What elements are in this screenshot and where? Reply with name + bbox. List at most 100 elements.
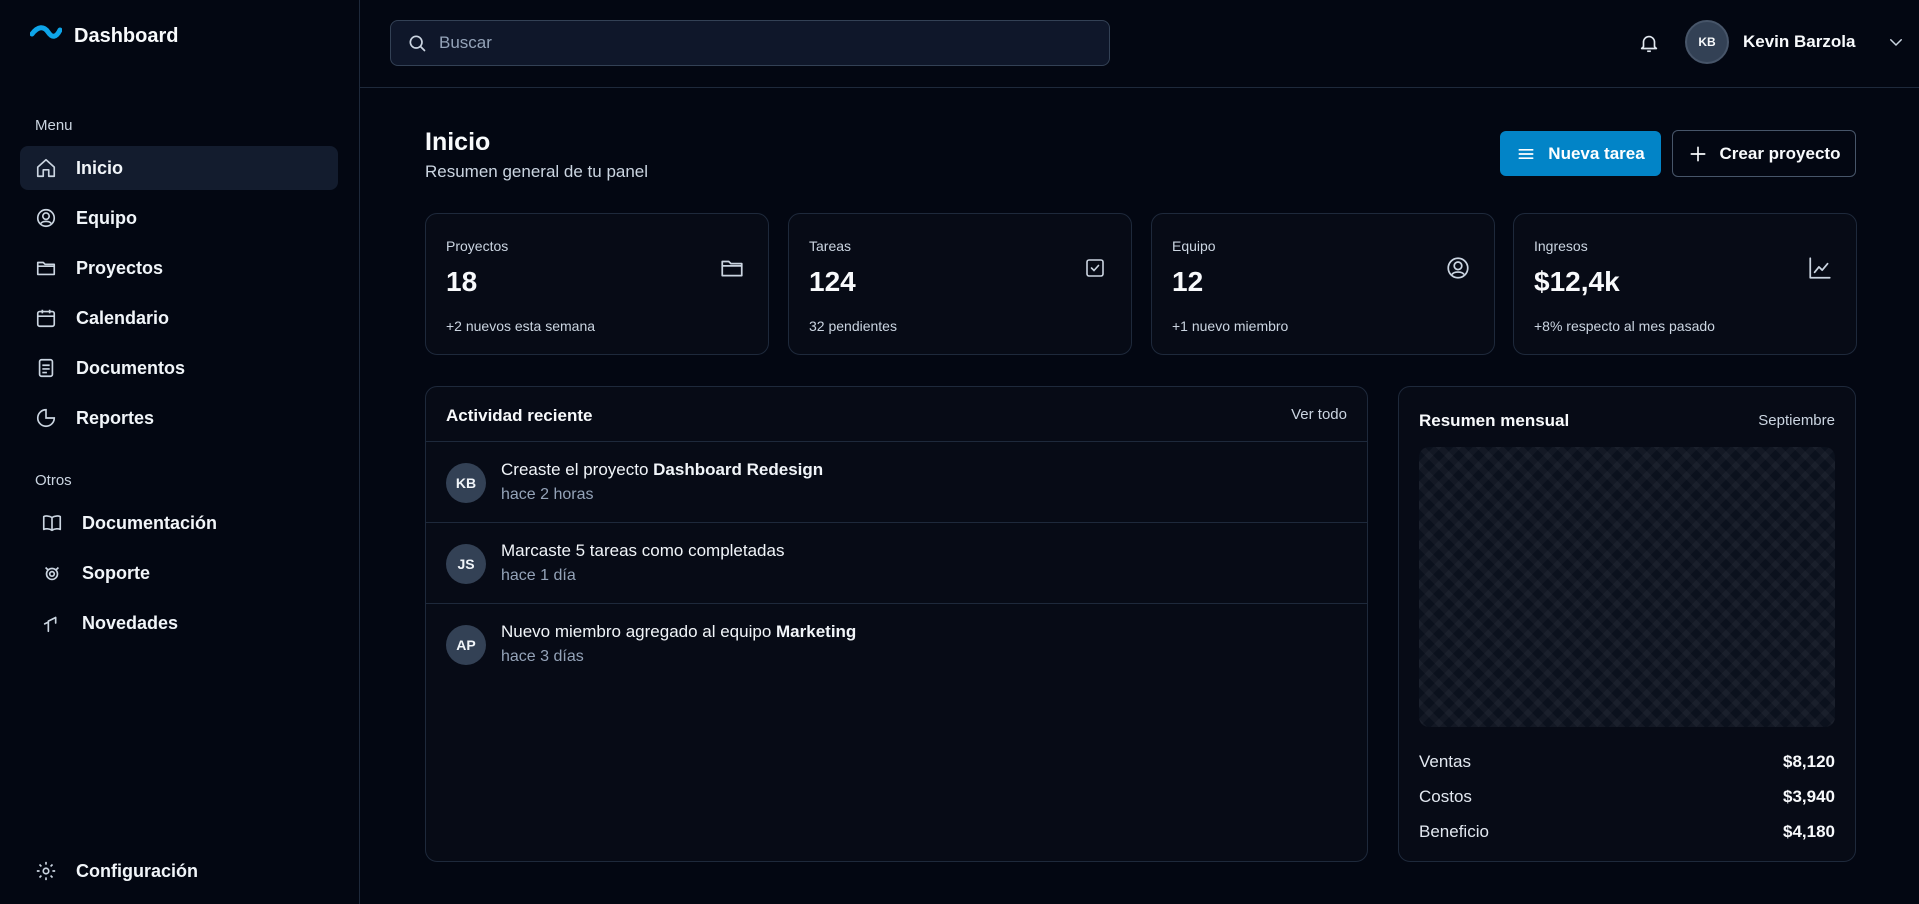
activity-time: hace 1 día [501,567,576,584]
see-all-link[interactable]: Ver todo [1291,406,1347,423]
create-project-button[interactable]: Crear proyecto [1672,130,1856,177]
sidebar-item-novedades[interactable]: Novedades [20,601,338,645]
sidebar: Dashboard Menu Inicio Equipo Proyectos C… [0,0,360,904]
stat-card-ingresos[interactable]: Ingresos $12,4k +8% respecto al mes pasa… [1513,213,1857,355]
sidebar-item-label: Proyectos [76,257,164,278]
summary-label: Costos [1419,787,1472,806]
support-icon [40,561,64,585]
sidebar-item-label: Inicio [76,157,124,178]
stat-value: 18 [446,266,478,297]
main-content: KB Kevin Barzola Inicio Resumen general … [360,0,1919,904]
page-title: Inicio [425,128,491,156]
monthly-summary-panel: Resumen mensual Septiembre Ventas $8,120… [1398,386,1856,862]
news-icon [40,611,64,635]
book-icon [40,511,64,535]
stat-note: +1 nuevo miembro [1172,318,1289,334]
menu-section-label: Menu [35,117,73,134]
sidebar-item-documentacion[interactable]: Documentación [20,501,338,545]
stat-card-proyectos[interactable]: Proyectos 18 +2 nuevos esta semana [425,213,769,355]
list-item[interactable]: JS Marcaste 5 tareas como completadas ha… [426,523,1367,604]
avatar: KB [1685,20,1729,64]
plus-icon [1688,144,1708,164]
stat-label: Equipo [1172,238,1216,254]
brand-title: Dashboard [74,25,179,47]
summary-label: Beneficio [1419,822,1489,841]
sidebar-item-label: Soporte [82,562,151,583]
stat-note: 32 pendientes [809,318,897,334]
monthly-title: Resumen mensual [1419,411,1570,430]
document-icon [34,356,58,380]
sidebar-item-calendario[interactable]: Calendario [20,296,338,340]
pie-chart-icon [34,406,58,430]
menu-lines-icon [1516,144,1536,164]
list-item[interactable]: AP Nuevo miembro agregado al equipo Mark… [426,604,1367,685]
new-task-button[interactable]: Nueva tarea [1500,131,1661,176]
home-icon [34,156,58,180]
stat-value: $12,4k [1534,266,1620,297]
list-item[interactable]: KB Creaste el proyecto Dashboard Redesig… [426,442,1367,523]
search-box[interactable] [390,20,1110,66]
stat-label: Tareas [809,238,852,254]
line-chart-icon [1806,254,1834,282]
activity-text: Creaste el proyecto Dashboard Redesign [501,460,824,479]
notifications-button[interactable] [1635,29,1663,57]
other-section-label: Otros [35,472,72,489]
sidebar-item-documentos[interactable]: Documentos [20,346,338,390]
avatar: AP [446,625,486,665]
stat-label: Proyectos [446,238,509,254]
sidebar-item-equipo[interactable]: Equipo [20,196,338,240]
monthly-month: Septiembre [1758,412,1835,429]
sidebar-item-inicio[interactable]: Inicio [20,146,338,190]
team-icon [1444,254,1472,282]
summary-row-beneficio: Beneficio $4,180 [1419,822,1835,842]
activity-text: Nuevo miembro agregado al equipo Marketi… [501,622,857,641]
activity-header: Actividad reciente Ver todo [426,387,1367,442]
team-icon [34,206,58,230]
bell-icon [1638,32,1660,54]
stat-note: +8% respecto al mes pasado [1534,318,1715,334]
summary-value: $3,940 [1783,787,1835,806]
brand[interactable]: Dashboard [29,24,179,49]
summary-label: Ventas [1419,752,1471,771]
summary-placeholder-graphic [1419,447,1835,727]
stat-value: 12 [1172,266,1204,297]
chevron-down-icon [1887,33,1905,51]
sidebar-item-label: Calendario [76,307,170,328]
user-name: Kevin Barzola [1743,32,1856,51]
stat-card-tareas[interactable]: Tareas 124 32 pendientes [788,213,1132,355]
sidebar-item-label: Documentos [76,357,186,378]
stat-card-equipo[interactable]: Equipo 12 +1 nuevo miembro [1151,213,1495,355]
user-menu[interactable]: KB Kevin Barzola [1685,20,1905,64]
sidebar-item-label: Reportes [76,407,155,428]
calendar-icon [34,306,58,330]
search-icon [407,33,427,53]
new-task-label: Nueva tarea [1548,143,1645,163]
activity-time: hace 3 días [501,648,584,665]
sidebar-item-reportes[interactable]: Reportes [20,396,338,440]
activity-time: hace 2 horas [501,486,594,503]
sidebar-item-label: Novedades [82,612,179,633]
search-input[interactable] [439,33,1079,53]
checkbox-icon [1081,254,1109,282]
sidebar-item-proyectos[interactable]: Proyectos [20,246,338,290]
wave-logo-icon [29,24,63,49]
sidebar-item-label: Documentación [82,512,218,533]
summary-row-costos: Costos $3,940 [1419,787,1835,807]
summary-value: $8,120 [1783,752,1835,771]
sidebar-item-soporte[interactable]: Soporte [20,551,338,595]
sidebar-item-label: Configuración [76,860,198,881]
stat-value: 124 [809,266,856,297]
folder-icon [718,254,746,282]
avatar: KB [446,463,486,503]
stat-label: Ingresos [1534,238,1588,254]
sidebar-item-label: Equipo [76,207,137,228]
avatar: JS [446,544,486,584]
sidebar-item-configuracion[interactable]: Configuración [20,849,338,893]
topbar: KB Kevin Barzola [360,0,1919,88]
activity-text: Marcaste 5 tareas como completadas [501,541,785,560]
gear-icon [34,859,58,883]
stat-note: +2 nuevos esta semana [446,318,596,334]
summary-row-ventas: Ventas $8,120 [1419,752,1835,772]
activity-title: Actividad reciente [446,406,593,425]
recent-activity-panel: Actividad reciente Ver todo KB Creaste e… [425,386,1368,862]
